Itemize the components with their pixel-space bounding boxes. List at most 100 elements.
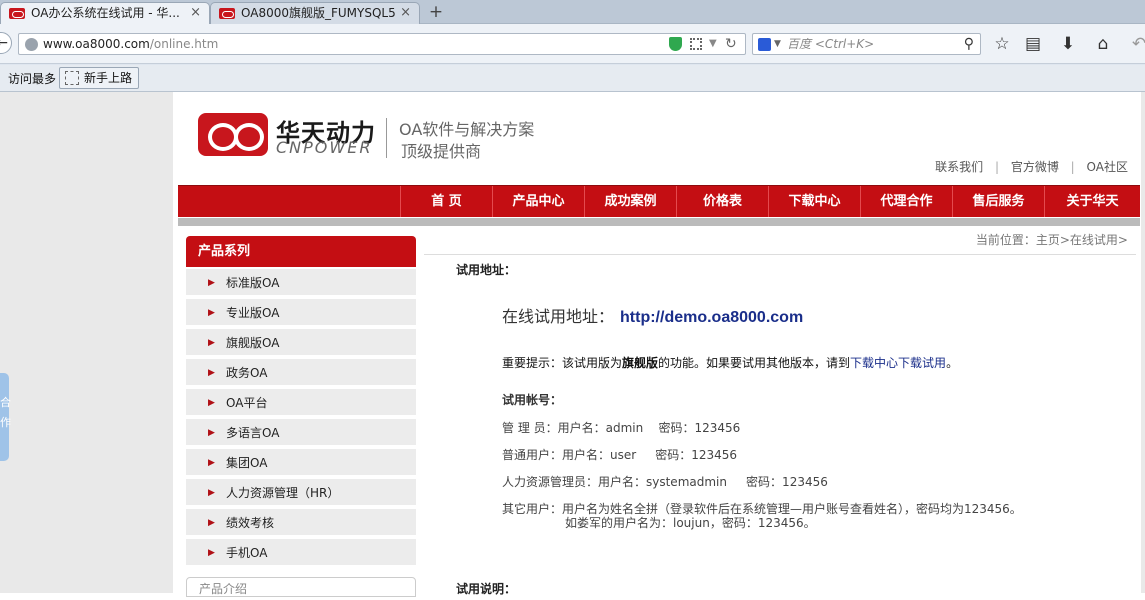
nav-download[interactable]: 下载中心 — [768, 186, 860, 217]
online-trial-label: 在线试用地址： — [502, 307, 615, 326]
notice-flagship: 旗舰版 — [622, 356, 659, 370]
page-right-margin — [1141, 92, 1145, 593]
address-bar[interactable]: www.oa8000.com/online.htm ▼ ↻ — [18, 33, 746, 55]
browser-chrome: OA办公系统在线试用 - 华... × OA8000旗舰版_FUMYSQL5 ×… — [0, 0, 1145, 92]
demo-url-link[interactable]: http://demo.oa8000.com — [620, 309, 803, 326]
new-tab-button[interactable]: + — [422, 2, 450, 24]
online-trial-line: 在线试用地址： http://demo.oa8000.com — [502, 303, 803, 327]
baidu-engine-icon[interactable] — [758, 38, 771, 51]
arrow-right-icon: ▶ — [208, 338, 215, 348]
tab-oa8000-flagship[interactable]: OA8000旗舰版_FUMYSQL5 × — [210, 2, 420, 24]
download-center-link[interactable]: 下载中心下载试用 — [850, 356, 946, 370]
navigation-toolbar: ← www.oa8000.com/online.htm ▼ ↻ ▼ 百度 <Ct… — [0, 24, 1145, 64]
important-notice: 重要提示：该试用版为旗舰版的功能。如果要试用其他版本，请到下载中心下载试用。 — [502, 354, 958, 371]
side-float-handle[interactable]: 合 作 — [0, 373, 11, 461]
home-icon[interactable]: ⌂ — [1092, 34, 1114, 56]
close-tab-icon[interactable]: × — [190, 3, 201, 23]
nav-home[interactable]: 首 页 — [400, 186, 492, 217]
product-series-title: 产品系列 — [186, 236, 416, 267]
product-item[interactable]: ▶ 标准版OA — [186, 269, 416, 297]
undo-icon[interactable]: ↶ — [1128, 34, 1145, 56]
product-item[interactable]: ▶ 多语言OA — [186, 419, 416, 447]
account-hr-admin: 人力资源管理员：用户名：systemadmin 密码：123456 — [502, 475, 828, 489]
account-example: 如娄军的用户名为：loujun，密码：123456。 — [565, 516, 816, 530]
download-icon[interactable]: ⬇ — [1057, 34, 1079, 56]
product-item[interactable]: ▶ OA平台 — [186, 389, 416, 417]
url-dropdown-icon[interactable]: ▼ — [709, 34, 717, 54]
breadcrumb: 当前位置：主页>在线试用> — [424, 231, 1136, 255]
arrow-right-icon: ▶ — [208, 428, 215, 438]
tab-title: OA8000旗舰版_FUMYSQL5 — [241, 6, 396, 20]
arrow-right-icon: ▶ — [208, 488, 215, 498]
product-item-label: 多语言OA — [226, 426, 280, 440]
nav-agency[interactable]: 代理合作 — [860, 186, 952, 217]
tab-bar: OA办公系统在线试用 - 华... × OA8000旗舰版_FUMYSQL5 ×… — [0, 0, 1145, 24]
product-item[interactable]: ▶ 旗舰版OA — [186, 329, 416, 357]
product-item[interactable]: ▶ 政务OA — [186, 359, 416, 387]
nav-cases[interactable]: 成功案例 — [584, 186, 676, 217]
back-button[interactable]: ← — [0, 32, 12, 54]
bookmark-label: 新手上路 — [84, 71, 133, 85]
official-weibo-link[interactable]: 官方微博 — [1011, 160, 1059, 174]
product-item-label: 旗舰版OA — [226, 336, 280, 350]
notice-middle: 的功能。如果要试用其他版本，请到 — [658, 356, 851, 370]
search-box[interactable]: ▼ 百度 <Ctrl+K> ⚲ — [752, 33, 981, 55]
nav-pricing[interactable]: 价格表 — [676, 186, 768, 217]
trial-address-heading: 试用地址： — [456, 263, 517, 277]
page-icon — [65, 71, 79, 85]
product-item[interactable]: ▶ 绩效考核 — [186, 509, 416, 537]
bookmark-most-visited[interactable]: 访问最多 — [8, 70, 56, 87]
tab-title: OA办公系统在线试用 - 华... — [31, 6, 180, 20]
product-series-panel: 产品系列 ▶ 标准版OA ▶ 专业版OA ▶ 旗舰版OA ▶ 政务OA ▶ OA平台 ▶ 多… — [186, 236, 416, 567]
qr-code-icon[interactable] — [690, 38, 702, 50]
main-nav: 首 页 产品中心 成功案例 价格表 下载中心 代理合作 售后服务 关于华天 — [178, 185, 1140, 217]
arrow-right-icon: ▶ — [208, 458, 215, 468]
link-separator: | — [1070, 160, 1075, 174]
arrow-right-icon: ▶ — [208, 308, 215, 318]
security-shield-icon[interactable] — [669, 37, 682, 51]
oa-community-link[interactable]: OA社区 — [1087, 160, 1128, 174]
bookmark-getting-started[interactable]: 新手上路 — [59, 67, 140, 89]
product-item-label: OA平台 — [226, 396, 268, 410]
slogan-line2: 顶级提供商 — [401, 142, 482, 161]
arrow-right-icon: ▶ — [208, 518, 215, 528]
favicon-icon — [9, 8, 25, 19]
url-text[interactable]: www.oa8000.com/online.htm — [43, 34, 218, 54]
nav-products[interactable]: 产品中心 — [492, 186, 584, 217]
nav-bottom-stripe — [178, 218, 1140, 226]
arrow-right-icon: ▶ — [208, 548, 215, 558]
product-intro-panel-title: 产品介绍 — [186, 577, 416, 597]
product-item-label: 专业版OA — [226, 306, 280, 320]
link-separator: | — [994, 160, 999, 174]
product-item[interactable]: ▶ 集团OA — [186, 449, 416, 477]
arrow-right-icon: ▶ — [208, 368, 215, 378]
bookmark-star-icon[interactable]: ☆ — [991, 34, 1013, 56]
contact-us-link[interactable]: 联系我们 — [935, 160, 983, 174]
product-item-label: 政务OA — [226, 366, 268, 380]
close-tab-icon[interactable]: × — [400, 3, 411, 23]
page-left-margin — [0, 92, 173, 593]
bookmarks-bar: 访问最多 新手上路 — [0, 65, 1145, 92]
accounts-title: 试用帐号： — [502, 393, 563, 407]
favicon-icon — [219, 8, 235, 19]
product-item-label: 集团OA — [226, 456, 268, 470]
account-admin: 管 理 员：用户名：admin 密码：123456 — [502, 421, 741, 435]
product-item[interactable]: ▶ 专业版OA — [186, 299, 416, 327]
search-placeholder: 百度 <Ctrl+K> — [787, 37, 875, 51]
product-item-label: 绩效考核 — [226, 516, 275, 530]
slogan-line1: OA软件与解决方案 — [399, 120, 535, 139]
nav-after-sales[interactable]: 售后服务 — [952, 186, 1044, 217]
cnpower-logo[interactable] — [198, 113, 268, 156]
arrow-right-icon: ▶ — [208, 278, 215, 288]
tab-oa-online-trial[interactable]: OA办公系统在线试用 - 华... × — [0, 2, 210, 24]
product-item[interactable]: ▶ 手机OA — [186, 539, 416, 567]
search-icon[interactable]: ⚲ — [964, 34, 974, 54]
product-item-label: 手机OA — [226, 546, 268, 560]
reload-icon[interactable]: ↻ — [725, 34, 737, 54]
product-item-label: 标准版OA — [226, 276, 280, 290]
nav-about[interactable]: 关于华天 — [1044, 186, 1140, 217]
product-item[interactable]: ▶ 人力资源管理（HR） — [186, 479, 416, 507]
engine-dropdown-icon[interactable]: ▼ — [774, 34, 781, 54]
trial-description-heading: 试用说明： — [456, 582, 517, 596]
reading-list-icon[interactable]: ▤ — [1022, 34, 1044, 56]
